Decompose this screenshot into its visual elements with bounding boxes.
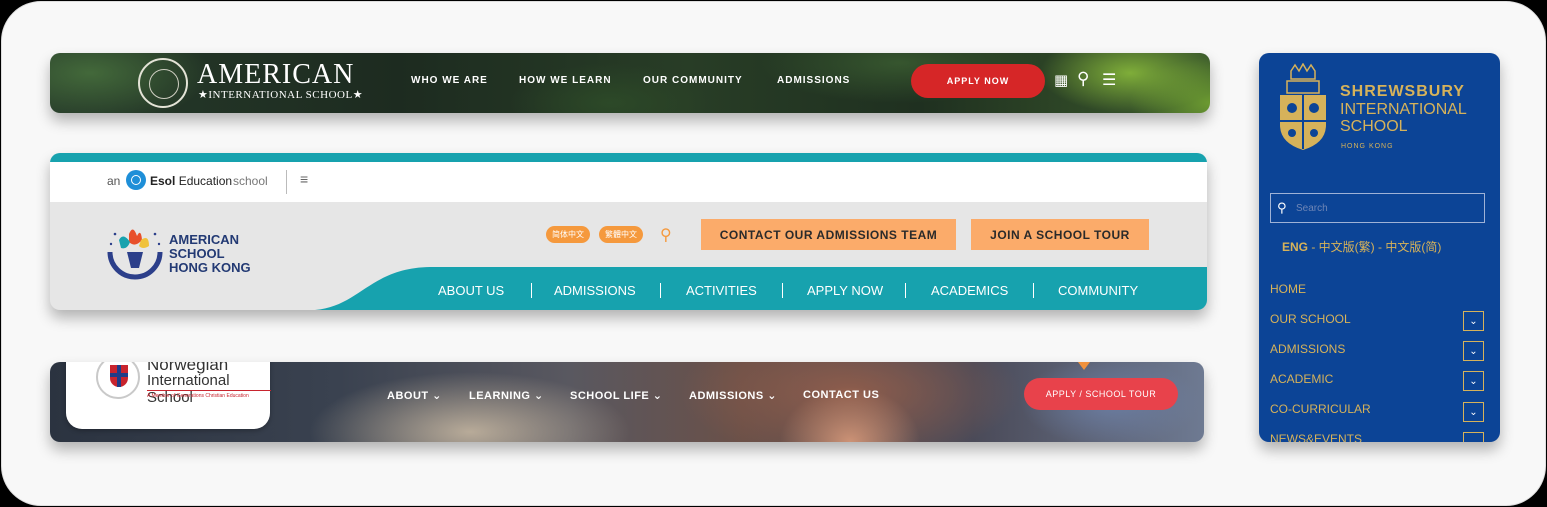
nav-apply-now[interactable]: APPLY NOW (807, 283, 883, 298)
nav-separator (782, 283, 783, 298)
menu-item-our-school[interactable]: OUR SCHOOL (1270, 312, 1351, 326)
calendar-icon[interactable]: ▦ (1054, 71, 1068, 89)
apply-now-button[interactable]: APPLY NOW (911, 64, 1045, 98)
contact-admissions-button[interactable]: CONTACT OUR ADMISSIONS TEAM (701, 219, 956, 250)
esol-logo-icon (126, 170, 146, 190)
nav-our-community[interactable]: OUR COMMUNITY (643, 75, 743, 86)
nis-logo-box[interactable]: Norwegian International School A Member … (66, 362, 271, 429)
search-icon[interactable]: ⚲ (1077, 69, 1089, 89)
chevron-down-icon[interactable]: ⌄ (1463, 371, 1484, 391)
nav-admissions[interactable]: ADMISSIONS (777, 75, 850, 86)
top-accent-bar (50, 153, 1207, 162)
nav-admissions[interactable]: ADMISSIONS ⌄ (689, 389, 777, 402)
nav-admissions[interactable]: ADMISSIONS (554, 283, 636, 298)
search-input[interactable]: ⚲ Search (1270, 193, 1485, 223)
divider (147, 390, 271, 391)
nav-how-we-learn[interactable]: HOW WE LEARN (519, 75, 612, 86)
sis-name-line-1: SHREWSBURY (1340, 83, 1465, 100)
join-tour-button[interactable]: JOIN A SCHOOL TOUR (971, 219, 1149, 250)
school-crest-logo[interactable] (138, 58, 188, 108)
aisc-brand-subtitle: ★INTERNATIONAL SCHOOL★ (198, 89, 364, 101)
menu-item-home[interactable]: HOME (1270, 282, 1306, 296)
menu-icon[interactable]: ☰ (1102, 70, 1116, 90)
chevron-down-icon[interactable]: ⌄ (1463, 311, 1484, 331)
divider (286, 170, 287, 194)
nav-separator (660, 283, 661, 298)
menu-item-news-events[interactable]: NEWS&EVENTS (1270, 432, 1362, 442)
nav-school-life[interactable]: SCHOOL LIFE ⌄ (570, 389, 663, 402)
nav-activities[interactable]: ACTIVITIES (686, 283, 757, 298)
nav-separator (905, 283, 906, 298)
sis-name-line-3: SCHOOL (1340, 118, 1408, 135)
nav-contact-us[interactable]: CONTACT US (803, 389, 879, 401)
chevron-down-icon[interactable]: ⌄ (1463, 402, 1484, 422)
menu-icon[interactable]: ≡ (300, 171, 308, 187)
lang-simplified-chinese[interactable]: 简体中文 (546, 226, 590, 243)
nav-separator (1033, 283, 1034, 298)
lang-traditional-chinese[interactable]: 繁體中文 (599, 226, 643, 243)
nis-seal-logo (96, 362, 140, 399)
nis-name-line-2: International School (147, 372, 230, 406)
chevron-down-icon[interactable]: ⌄ (1463, 432, 1484, 442)
menu-item-admissions[interactable]: ADMISSIONS (1270, 342, 1345, 356)
lang-chinese-options[interactable]: - 中文版(繁) - 中文版(简) (1308, 240, 1441, 254)
search-icon: ⚲ (1277, 200, 1287, 215)
aisc-brand-name[interactable]: AMERICAN (197, 59, 354, 91)
shrewsbury-crest-logo[interactable] (1277, 63, 1329, 151)
nav-separator (531, 283, 532, 298)
esol-bold: Esol (150, 174, 176, 188)
nav-about[interactable]: ABOUT ⌄ (387, 389, 442, 402)
sis-mobile-menu: SHREWSBURY INTERNATIONAL SCHOOL HONG KON… (1259, 53, 1500, 442)
aisc-header: AMERICAN ★INTERNATIONAL SCHOOL★ WHO WE A… (50, 53, 1210, 113)
nav-community[interactable]: COMMUNITY (1058, 283, 1138, 298)
norway-shield-icon (110, 365, 128, 387)
nis-tagline: A Member of Generations Christian Educat… (147, 393, 249, 399)
search-placeholder: Search (1296, 203, 1328, 214)
ashk-line-1: AMERICAN (169, 232, 240, 247)
screenshot-board: AMERICAN ★INTERNATIONAL SCHOOL★ WHO WE A… (1, 1, 1546, 506)
esol-prefix: an (107, 174, 121, 188)
nav-learning[interactable]: LEARNING ⌄ (469, 389, 544, 402)
sis-name-line-2: INTERNATIONAL (1340, 101, 1467, 118)
chevron-down-icon[interactable]: ⌄ (1463, 341, 1484, 361)
lang-eng[interactable]: ENG (1282, 240, 1308, 254)
menu-item-co-curricular[interactable]: CO-CURRICULAR (1270, 402, 1371, 416)
apply-school-tour-button[interactable]: APPLY / SCHOOL TOUR (1024, 378, 1178, 410)
caret-down-icon (1078, 362, 1090, 370)
nav-academics[interactable]: ACADEMICS (931, 283, 1008, 298)
nav-about-us[interactable]: ABOUT US (438, 283, 504, 298)
ashk-line-2: SCHOOL (169, 246, 225, 261)
nav-who-we-are[interactable]: WHO WE ARE (411, 75, 488, 86)
sis-city: HONG KONG (1341, 143, 1394, 150)
nis-header: Norwegian International School A Member … (50, 362, 1204, 442)
search-icon[interactable]: ⚲ (660, 225, 672, 245)
esol-suffix: school (233, 174, 268, 188)
esol-education-link[interactable]: Esol Education (150, 174, 232, 188)
esol-rest: Education (178, 174, 233, 188)
language-switcher[interactable]: ENG - 中文版(繁) - 中文版(简) (1282, 238, 1441, 255)
ashk-header: an Esol Education school ≡ AMERICAN SCHO… (50, 153, 1207, 310)
menu-item-academic[interactable]: ACADEMIC (1270, 372, 1333, 386)
